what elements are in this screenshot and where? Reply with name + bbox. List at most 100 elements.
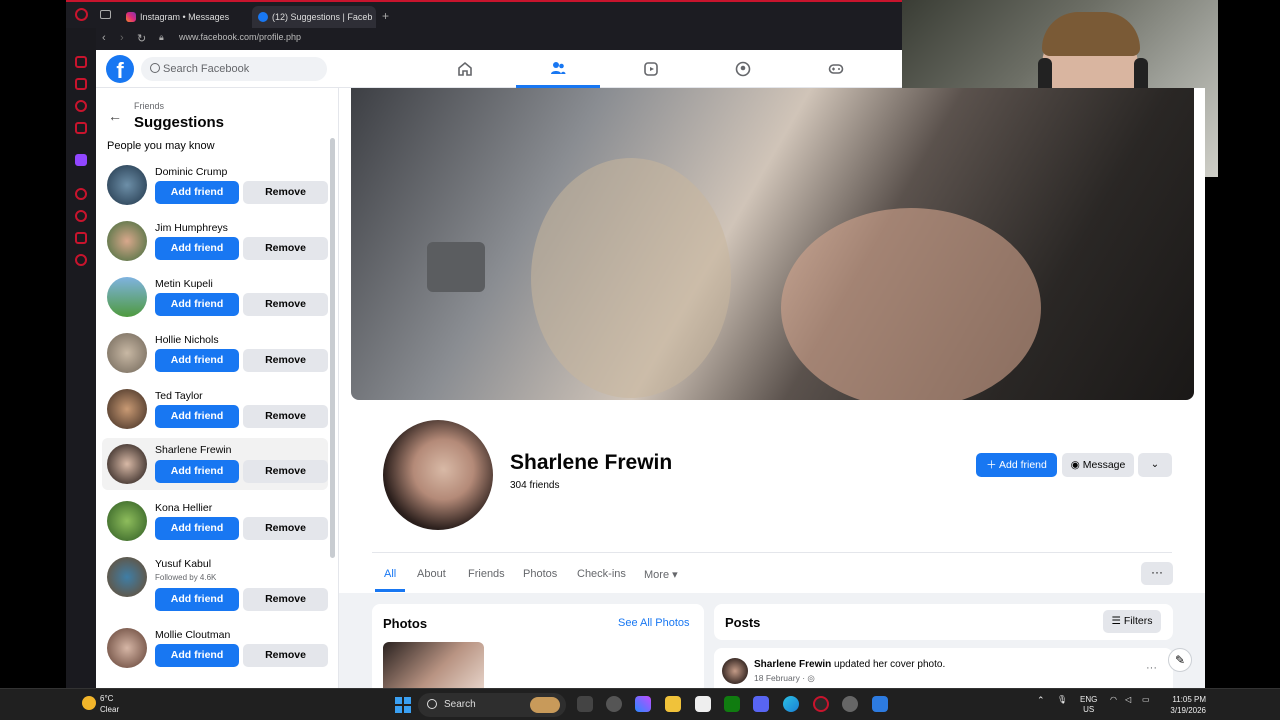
post-date[interactable]: 18 February · ◎ xyxy=(754,673,815,684)
avatar[interactable] xyxy=(107,501,147,541)
search-input[interactable] xyxy=(163,60,321,78)
remove-button[interactable]: Remove xyxy=(243,237,328,260)
list-item-selected[interactable]: Sharlene Frewin Add friend Remove xyxy=(102,438,328,490)
instagram-sidebar-icon[interactable] xyxy=(75,122,87,134)
remove-button[interactable]: Remove xyxy=(243,293,328,316)
more-icon[interactable] xyxy=(75,648,87,660)
discord-icon[interactable] xyxy=(753,696,769,712)
facebook-logo[interactable]: f xyxy=(106,55,134,83)
remove-button[interactable]: Remove xyxy=(243,588,328,611)
messenger-icon[interactable] xyxy=(75,100,87,112)
taskbar-search[interactable]: Search xyxy=(418,693,566,717)
list-item[interactable]: Jim Humphreys Add friend Remove xyxy=(102,218,328,274)
add-friend-button[interactable]: Add friend xyxy=(155,405,239,428)
microphone-icon[interactable]: 🎙︎ xyxy=(1057,695,1067,705)
photo-thumbnail[interactable] xyxy=(383,642,484,688)
list-item[interactable]: Kona Hellier Add friend Remove xyxy=(102,498,328,554)
list-item[interactable]: Dominic Crump Add friend Remove xyxy=(102,162,328,218)
task-view-icon[interactable] xyxy=(577,696,593,712)
add-friend-button[interactable]: Add friend xyxy=(155,237,239,260)
person-name[interactable]: Yusuf Kabul xyxy=(155,558,211,570)
remove-button[interactable]: Remove xyxy=(243,517,328,540)
new-message-button[interactable]: ✎ xyxy=(1168,648,1192,672)
remove-button[interactable]: Remove xyxy=(243,181,328,204)
avatar[interactable] xyxy=(107,444,147,484)
forward-icon[interactable]: › xyxy=(120,32,124,44)
tray-overflow-icon[interactable]: ⌃ xyxy=(1037,695,1045,705)
extensions-icon[interactable] xyxy=(75,232,87,244)
tab-friends[interactable]: Friends xyxy=(468,568,505,580)
person-name[interactable]: Kona Hellier xyxy=(155,502,212,514)
aria-icon[interactable] xyxy=(75,56,87,68)
xbox-icon[interactable] xyxy=(724,696,740,712)
person-name[interactable]: Mollie Cloutman xyxy=(155,629,230,641)
start-button[interactable] xyxy=(395,697,411,713)
list-item[interactable]: Yusuf Kabul Followed by 4.6K Add friend … xyxy=(102,554,328,620)
message-button[interactable]: ◉ Message xyxy=(1062,453,1134,477)
opera-gx-icon[interactable] xyxy=(813,696,829,712)
history-icon[interactable] xyxy=(75,210,87,222)
vpn-icon[interactable] xyxy=(872,696,888,712)
more-options-button[interactable]: ⌄ xyxy=(1138,453,1172,477)
tab-checkins[interactable]: Check-ins xyxy=(577,568,626,580)
remove-button[interactable]: Remove xyxy=(243,405,328,428)
sidebar-scrollbar[interactable] xyxy=(330,138,335,558)
person-name[interactable]: Jim Humphreys xyxy=(155,222,228,234)
back-icon[interactable]: ‹ xyxy=(102,32,106,44)
add-friend-button[interactable]: Add friend xyxy=(155,517,239,540)
language-indicator[interactable]: ENG US xyxy=(1080,695,1097,715)
list-item[interactable]: Hollie Nichols Add friend Remove xyxy=(102,330,328,386)
new-tab-button[interactable]: + xyxy=(382,9,389,23)
wifi-icon[interactable]: ◠ xyxy=(1110,695,1117,705)
add-friend-button[interactable]: Add friend xyxy=(155,644,239,667)
cover-photo[interactable] xyxy=(351,88,1194,400)
tab-overview-icon[interactable] xyxy=(100,10,111,19)
post-author[interactable]: Sharlene Frewin xyxy=(754,659,831,670)
tab-photos[interactable]: Photos xyxy=(523,568,557,580)
opera-logo-icon[interactable] xyxy=(75,8,88,21)
remove-button[interactable]: Remove xyxy=(243,460,328,483)
profile-menu-button[interactable]: ··· xyxy=(1141,562,1173,585)
weather-widget[interactable]: 6°C Clear xyxy=(100,693,119,715)
avatar[interactable] xyxy=(107,557,147,597)
add-friend-button[interactable]: Add friend xyxy=(155,293,239,316)
person-name[interactable]: Metin Kupeli xyxy=(155,278,213,290)
reload-icon[interactable]: ↻ xyxy=(137,32,146,45)
see-all-photos-link[interactable]: See All Photos xyxy=(618,617,690,629)
add-friend-button[interactable]: Add friend xyxy=(155,349,239,372)
store-icon[interactable] xyxy=(695,696,711,712)
person-name[interactable]: Ted Taylor xyxy=(155,390,203,402)
remove-button[interactable]: Remove xyxy=(243,644,328,667)
volume-icon[interactable]: ◁ xyxy=(1125,695,1131,705)
tab-all[interactable]: All xyxy=(384,568,396,580)
twitch-icon[interactable] xyxy=(75,154,87,166)
battery-icon[interactable]: ▭ xyxy=(1142,695,1150,705)
list-item[interactable]: Metin Kupeli Add friend Remove xyxy=(102,274,328,330)
system-clock[interactable]: 11:05 PM 3/19/2026 xyxy=(1160,694,1206,716)
weather-icon[interactable] xyxy=(82,696,96,710)
avatar[interactable] xyxy=(107,165,147,205)
tab-about[interactable]: About xyxy=(417,568,446,580)
edge-icon[interactable] xyxy=(783,696,799,712)
workspaces-icon[interactable] xyxy=(75,78,87,90)
nav-gaming[interactable] xyxy=(794,50,878,88)
url-field[interactable]: www.facebook.com/profile.php xyxy=(179,32,301,42)
list-item[interactable]: Ted Taylor Add friend Remove xyxy=(102,386,328,442)
settings-icon[interactable] xyxy=(75,254,87,266)
nav-groups[interactable] xyxy=(701,50,785,88)
back-arrow-icon[interactable]: ← xyxy=(108,108,122,124)
dell-icon[interactable] xyxy=(606,696,622,712)
avatar[interactable] xyxy=(107,628,147,668)
avatar[interactable] xyxy=(107,389,147,429)
nav-home[interactable] xyxy=(423,50,507,88)
avatar[interactable] xyxy=(107,277,147,317)
nav-friends[interactable] xyxy=(516,50,600,88)
player-icon[interactable] xyxy=(75,188,87,200)
avatar[interactable] xyxy=(107,221,147,261)
add-friend-button[interactable]: Add friend xyxy=(155,181,239,204)
copilot-icon[interactable] xyxy=(635,696,651,712)
file-explorer-icon[interactable] xyxy=(665,696,681,712)
add-friend-button[interactable]: Add friend xyxy=(155,460,239,483)
person-name[interactable]: Dominic Crump xyxy=(155,166,227,178)
breadcrumb[interactable]: Friends xyxy=(134,101,164,111)
